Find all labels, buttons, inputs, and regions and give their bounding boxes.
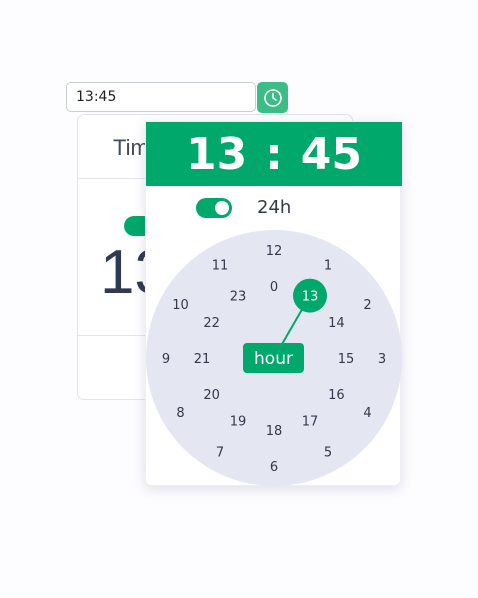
- inner-hour-22[interactable]: 22: [203, 316, 220, 331]
- inner-hour-14[interactable]: 14: [328, 316, 345, 331]
- outer-hour-3[interactable]: 3: [378, 352, 386, 367]
- time-picker-popup: 13 : 45 24h 12 1 2 3 4 5 6 7 8 9 10 11 0 13 14 15 16 17 18…: [145, 121, 402, 486]
- inner-hour-13[interactable]: 13: [302, 290, 319, 305]
- outer-hour-4[interactable]: 4: [363, 406, 371, 421]
- outer-hour-9[interactable]: 9: [162, 352, 170, 367]
- inner-hour-19[interactable]: 19: [230, 414, 247, 429]
- unit-label: hour: [254, 349, 293, 369]
- inner-hour-16[interactable]: 16: [328, 388, 345, 403]
- 24h-label: 24h: [257, 197, 292, 218]
- outer-hour-7[interactable]: 7: [216, 446, 224, 461]
- open-clock-button[interactable]: [257, 82, 288, 113]
- clock-icon: [263, 88, 282, 107]
- inner-hour-23[interactable]: 23: [230, 290, 247, 305]
- clock-dial[interactable]: 12123456789101101314151617181920212223 h…: [146, 230, 402, 486]
- inner-hour-17[interactable]: 17: [302, 414, 319, 429]
- inner-hour-15[interactable]: 15: [338, 352, 355, 367]
- outer-hour-2[interactable]: 2: [363, 298, 371, 313]
- outer-hour-6[interactable]: 6: [270, 460, 278, 475]
- outer-hour-5[interactable]: 5: [324, 446, 332, 461]
- outer-hour-12[interactable]: 12: [266, 244, 283, 259]
- 24h-toggle[interactable]: [196, 198, 232, 218]
- inner-hour-20[interactable]: 20: [203, 388, 220, 403]
- toggle-knob: [215, 201, 229, 215]
- inner-hour-18[interactable]: 18: [266, 424, 283, 439]
- background-card-title: Tim: [113, 135, 149, 160]
- time-input[interactable]: [66, 82, 256, 112]
- minutes-display[interactable]: 45: [301, 129, 362, 180]
- outer-hour-11[interactable]: 11: [212, 259, 229, 274]
- outer-hour-1[interactable]: 1: [324, 259, 332, 274]
- outer-hour-8[interactable]: 8: [176, 406, 184, 421]
- inner-hour-21[interactable]: 21: [194, 352, 211, 367]
- time-separator: :: [265, 128, 283, 180]
- outer-hour-10[interactable]: 10: [172, 298, 189, 313]
- hours-display[interactable]: 13: [186, 129, 247, 180]
- inner-hour-0[interactable]: 0: [270, 280, 278, 295]
- time-display-header: 13 : 45: [146, 122, 402, 186]
